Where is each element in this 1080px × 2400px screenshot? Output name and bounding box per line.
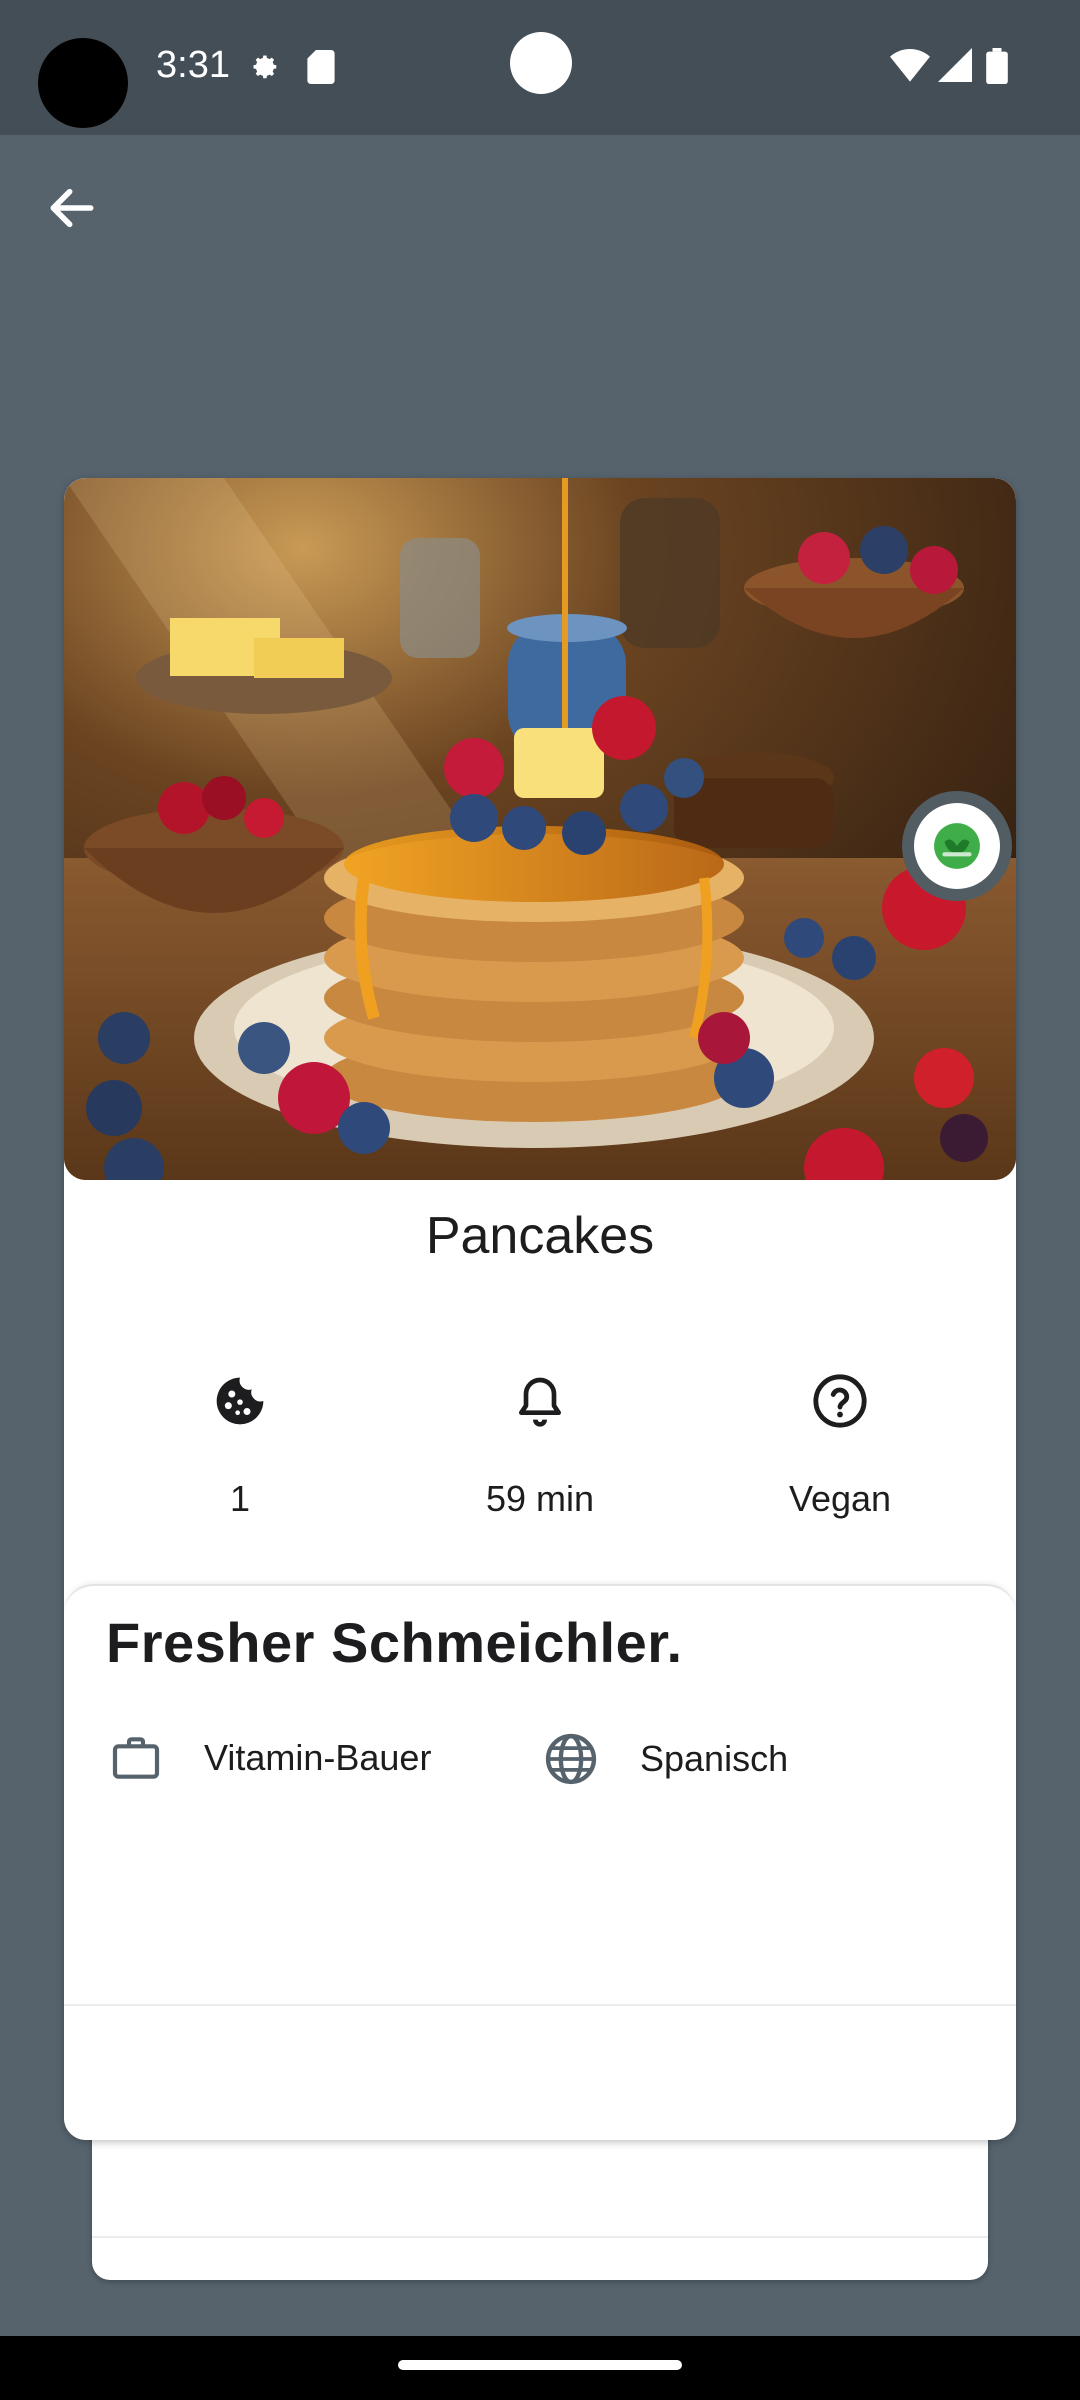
settings-gear-icon [244,48,282,91]
cookie-icon [216,1377,264,1425]
recipe-title: Pancakes [425,1207,655,1265]
recipe-image [64,478,1016,1180]
signal-icon [938,48,972,87]
vegan-leaf-icon [934,823,980,869]
stat-diet: Vegan [695,1368,985,1520]
servings-value: 1 [229,1478,251,1519]
back-button[interactable] [36,172,108,244]
info-sheet: Fresher Schmeichler. Vitamin-Bauer Spani… [64,1584,1016,2140]
sd-card-icon [306,50,336,89]
pancakes-illustration [64,478,1016,1180]
globe-icon [545,1733,597,1785]
company-row: Vitamin-Bauer [108,1730,431,1786]
home-indicator[interactable] [398,2360,682,2370]
stat-servings: 1 [95,1368,385,1520]
vegan-badge [902,791,1012,901]
cuisine-label: Spanisch [640,1738,789,1779]
camera-cutout [38,38,128,128]
divider [64,2004,1016,2006]
stat-duration: 59 min [395,1368,685,1520]
briefcase-icon [112,1737,160,1779]
battery-icon [986,48,1008,89]
divider [92,2236,988,2238]
wifi-icon [890,48,930,87]
brand-name: Fresher Schmeichler. [106,1611,683,1674]
cuisine-row: Spanisch [542,1730,788,1788]
arrow-left-icon [50,188,94,228]
recipe-card[interactable]: Pancakes 1 59 min Vegan Fresher Schmeich… [64,478,1016,2140]
front-camera [510,32,572,94]
help-circle-icon [813,1374,867,1428]
diet-value: Vegan [788,1478,892,1519]
status-time: 3:31 [156,44,230,86]
company-label: Vitamin-Bauer [204,1737,432,1778]
duration-value: 59 min [485,1478,595,1519]
status-bar: 3:31 [0,0,1080,135]
bell-icon [519,1377,561,1427]
navigation-bar [0,2336,1080,2400]
